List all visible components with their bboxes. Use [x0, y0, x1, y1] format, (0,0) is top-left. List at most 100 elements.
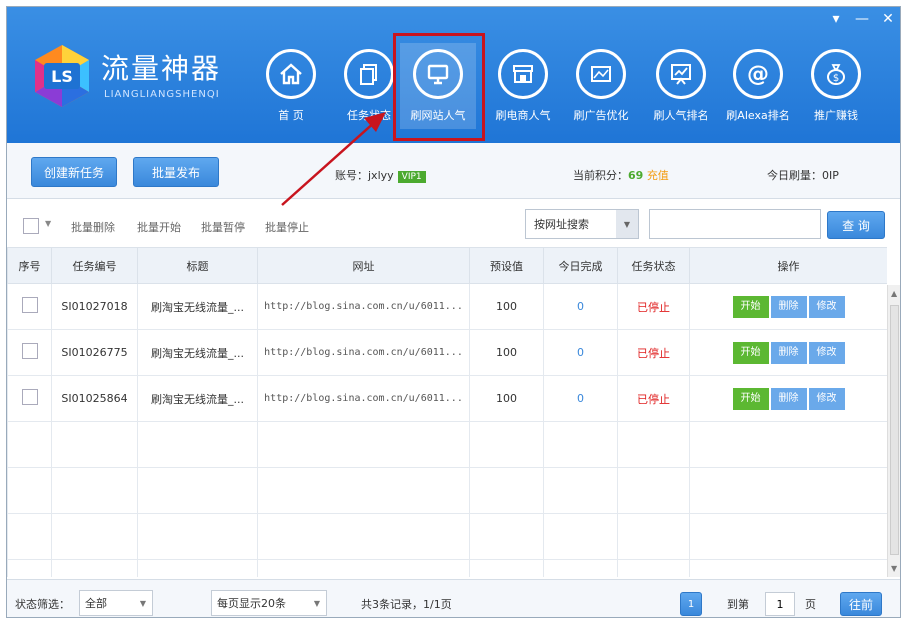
- edit-button[interactable]: 修改: [808, 387, 845, 410]
- delete-button[interactable]: 删除: [770, 295, 807, 318]
- page-size-select[interactable]: 每页显示20条 ▼: [211, 590, 327, 616]
- chevron-down-icon[interactable]: ▼: [45, 219, 51, 228]
- current-page-button[interactable]: 1: [680, 592, 702, 616]
- batch-start-button[interactable]: 批量开始: [137, 219, 181, 235]
- chevron-down-icon: ▼: [139, 598, 146, 608]
- start-button[interactable]: 开始: [732, 295, 769, 318]
- task-url: http://blog.sina.com.cn/u/6011...: [257, 283, 470, 330]
- search-input[interactable]: [649, 209, 821, 239]
- account-label: 账号：: [335, 169, 368, 182]
- total-records: 共3条记录，1/1页: [361, 598, 452, 611]
- header: ▾ — ✕ LS 流量神器 LIANGLIANGSHENQI 首 页 任务状态 …: [7, 7, 900, 143]
- chevron-down-icon: ▼: [616, 210, 638, 238]
- chart-icon: [656, 49, 706, 99]
- batch-pause-button[interactable]: 批量暂停: [201, 219, 245, 235]
- batch-delete-button[interactable]: 批量删除: [71, 219, 115, 235]
- search-button[interactable]: 查 询: [827, 211, 885, 239]
- vip-badge: VIP1: [397, 171, 426, 183]
- column-header: 网址: [257, 247, 470, 284]
- edit-button[interactable]: 修改: [808, 341, 845, 364]
- table-row: SI01025864 刷淘宝无线流量_... http://blog.sina.…: [7, 375, 887, 422]
- points-label: 当前积分：: [573, 169, 628, 182]
- scroll-up-icon[interactable]: ▲: [891, 289, 897, 298]
- column-header: 序号: [7, 247, 52, 284]
- nav-label: 任务状态: [347, 109, 391, 122]
- task-actions: 开始 删除 修改: [689, 375, 887, 422]
- task-table: 序号 任务编号 标题 网址 预设值 今日完成 任务状态 操作 SI0102701…: [7, 247, 887, 577]
- create-task-button[interactable]: 创建新任务: [31, 157, 117, 187]
- empty-row: [7, 421, 887, 468]
- task-status: 已停止: [617, 283, 690, 330]
- goto-page-input[interactable]: [765, 592, 795, 616]
- money-bag-icon: $: [811, 49, 861, 99]
- recharge-link[interactable]: 充值: [647, 169, 669, 182]
- nav-label: 刷电商人气: [495, 109, 551, 122]
- table-row: SI01027018 刷淘宝无线流量_... http://blog.sina.…: [7, 283, 887, 330]
- goto-page-button[interactable]: 往前: [840, 592, 882, 616]
- row-checkbox[interactable]: [21, 343, 38, 359]
- window-controls: ▾ — ✕: [828, 11, 896, 27]
- task-done-today: 0: [543, 375, 618, 422]
- delete-button[interactable]: 删除: [770, 341, 807, 364]
- batch-stop-button[interactable]: 批量停止: [265, 219, 309, 235]
- task-status: 已停止: [617, 329, 690, 376]
- row-checkbox[interactable]: [21, 297, 38, 313]
- nav-label: 推广赚钱: [814, 109, 858, 122]
- vertical-scrollbar[interactable]: ▲ ▼: [887, 285, 900, 577]
- account-value: jxlyy: [368, 169, 394, 182]
- column-header: 今日完成: [543, 247, 618, 284]
- column-header: 预设值: [469, 247, 544, 284]
- account-info: 账号：jxlyy VIP1: [335, 167, 426, 183]
- top-toolbar: 创建新任务 批量发布 账号：jxlyy VIP1 当前积分：69 充值 今日刷量：…: [7, 143, 900, 199]
- nav-label: 刷人气排名: [653, 109, 709, 122]
- start-button[interactable]: 开始: [732, 341, 769, 364]
- nav-ad-optimize[interactable]: 刷广告优化: [563, 43, 639, 129]
- page-unit-label: 页: [805, 598, 816, 611]
- delete-button[interactable]: 删除: [770, 387, 807, 410]
- goto-label: 到第: [727, 598, 749, 611]
- column-header: 任务编号: [51, 247, 138, 284]
- task-preset: 100: [469, 329, 544, 376]
- task-status: 已停止: [617, 375, 690, 422]
- nav-ecommerce-traffic[interactable]: 刷电商人气: [485, 43, 561, 129]
- app-logo: LS: [35, 45, 89, 107]
- search-mode-select[interactable]: 按网址搜索 ▼: [525, 209, 639, 239]
- dropdown-icon[interactable]: ▾: [828, 11, 844, 27]
- empty-row: [7, 559, 887, 577]
- row-select-cell: [7, 283, 52, 330]
- at-icon: @: [733, 49, 783, 99]
- nav-alexa-rank[interactable]: @ 刷Alexa排名: [720, 43, 796, 129]
- search-mode-value: 按网址搜索: [534, 218, 589, 231]
- start-button[interactable]: 开始: [732, 387, 769, 410]
- edit-button[interactable]: 修改: [808, 295, 845, 318]
- page-size-value: 每页显示20条: [217, 597, 286, 610]
- task-title: 刷淘宝无线流量_...: [137, 375, 258, 422]
- nav-label: 刷广告优化: [573, 109, 629, 122]
- nav-rank-traffic[interactable]: 刷人气排名: [643, 43, 719, 129]
- empty-row: [7, 467, 887, 514]
- scroll-down-icon[interactable]: ▼: [891, 564, 897, 573]
- task-done-today: 0: [543, 283, 618, 330]
- minimize-icon[interactable]: —: [854, 11, 870, 27]
- task-id: SI01027018: [51, 283, 138, 330]
- select-all-checkbox[interactable]: [23, 218, 39, 234]
- column-header: 任务状态: [617, 247, 690, 284]
- table-header-row: 序号 任务编号 标题 网址 预设值 今日完成 任务状态 操作: [7, 247, 887, 284]
- nav-promote-earn[interactable]: $ 推广赚钱: [798, 43, 874, 129]
- column-header: 标题: [137, 247, 258, 284]
- task-preset: 100: [469, 283, 544, 330]
- today-label: 今日刷量：: [767, 169, 822, 182]
- status-filter-label: 状态筛选：: [15, 598, 70, 611]
- today-value: 0IP: [822, 169, 839, 182]
- close-icon[interactable]: ✕: [880, 11, 896, 27]
- row-checkbox[interactable]: [21, 389, 38, 405]
- document-icon: [344, 49, 394, 99]
- batch-publish-button[interactable]: 批量发布: [133, 157, 219, 187]
- shop-icon: [498, 49, 548, 99]
- task-preset: 100: [469, 375, 544, 422]
- points-value: 69: [628, 169, 644, 182]
- points-info: 当前积分：69 充值: [573, 167, 669, 183]
- scroll-thumb[interactable]: [890, 305, 899, 555]
- status-filter-select[interactable]: 全部 ▼: [79, 590, 153, 616]
- nav-home[interactable]: 首 页: [253, 43, 329, 129]
